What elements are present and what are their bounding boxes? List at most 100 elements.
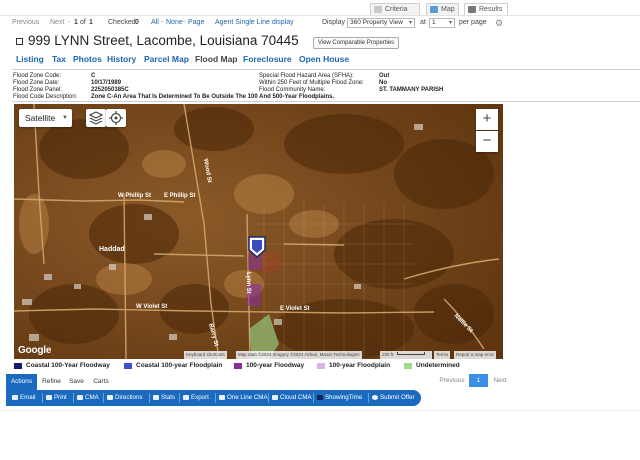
tab-history[interactable]: History	[107, 54, 136, 64]
directions-button[interactable]: Directions	[107, 390, 143, 406]
tab-actions[interactable]: Actions	[6, 374, 37, 390]
map-attribution: Map data ©2024 Imagery ©2024 Airbus, Max…	[236, 351, 362, 359]
chart-icon	[153, 394, 159, 400]
tab-save[interactable]: Save	[66, 374, 87, 390]
scale-label: 200 ft	[382, 352, 394, 357]
of-label: of	[80, 19, 86, 26]
legend-label: Undetermined	[416, 362, 460, 369]
tab-parcel-map[interactable]: Parcel Map	[144, 54, 189, 64]
export-label: Export	[191, 394, 209, 401]
report-map-error-link[interactable]: Report a map error	[454, 351, 497, 359]
legend-label: Coastal 100-year Floodplain	[136, 362, 223, 369]
print-button[interactable]: Print	[46, 390, 67, 406]
view-comparable-button[interactable]: View Comparable Properties	[313, 37, 399, 49]
flood-description-label: Flood Code Description:	[13, 94, 78, 100]
toolbar-divider	[42, 393, 43, 403]
previous-link[interactable]: Previous	[12, 16, 39, 30]
email-button[interactable]: Email	[12, 390, 35, 406]
zoom-in-button[interactable]: +	[476, 109, 498, 130]
per-page-select[interactable]: 1	[429, 18, 455, 28]
record-total: 1	[89, 19, 93, 26]
legend-label: 100-year Floodplain	[329, 362, 391, 369]
cma-button[interactable]: CMA	[77, 390, 99, 406]
submit-offer-label: Submit Offer	[380, 394, 415, 401]
map-type-dropdown[interactable]: Satellite ▼	[19, 109, 72, 127]
google-logo: Google	[18, 345, 52, 356]
export-icon	[183, 394, 189, 400]
toolbar-divider	[73, 393, 74, 403]
gear-icon[interactable]: ⚙	[495, 16, 503, 30]
cloud-cma-label: Cloud CMA	[280, 394, 312, 401]
export-button[interactable]: Export	[183, 390, 209, 406]
zoom-out-button[interactable]: −	[476, 131, 498, 152]
dash-separator: -	[183, 19, 186, 26]
previous-page-button[interactable]: Previous	[436, 374, 468, 387]
flood-zone-date: 10/17/1989	[91, 80, 122, 86]
satellite-imagery	[14, 104, 503, 359]
cloud-cma-button[interactable]: Cloud CMA	[272, 390, 312, 406]
select-page-link[interactable]: Page	[188, 16, 204, 30]
toolbar-divider	[179, 393, 180, 403]
select-listing-checkbox[interactable]	[16, 38, 23, 45]
one-line-cma-label: One Line CMA	[227, 394, 268, 401]
tab-photos[interactable]: Photos	[73, 54, 102, 64]
flood-map-legend: Coastal 100-Year Floodway Coastal 100-ye…	[14, 362, 503, 371]
layers-button[interactable]	[86, 109, 106, 127]
view-switcher: Criteria Map Results	[0, 0, 640, 16]
select-none-link[interactable]: None	[166, 16, 183, 30]
tab-refine[interactable]: Refine	[39, 374, 64, 390]
crosshair-icon	[109, 111, 123, 125]
within-250-label: Within 250 Feet of Multiple Flood Zone:	[259, 80, 364, 86]
next-link[interactable]: Next	[50, 16, 64, 30]
tab-carts[interactable]: Carts	[90, 374, 112, 390]
flood-map[interactable]: Satellite ▼ + − W Phillip St E Phillip S…	[14, 104, 503, 359]
map-view-tab[interactable]: Map	[426, 3, 459, 15]
display-select[interactable]: 360 Property View	[347, 18, 415, 28]
tab-listing[interactable]: Listing	[16, 54, 44, 64]
toolbar-divider	[215, 393, 216, 403]
at-label: at	[420, 19, 426, 26]
current-page-button[interactable]: 1	[469, 374, 488, 387]
flood-zone-code-label: Flood Zone Code:	[13, 73, 62, 79]
community-value: ST. TAMMANY PARISH	[379, 87, 444, 93]
per-page-label: per page	[459, 19, 487, 26]
toolbar-divider	[368, 393, 369, 403]
submit-offer-button[interactable]: Submit Offer	[372, 390, 415, 406]
showingtime-button[interactable]: ShowingTime	[317, 390, 362, 406]
divider	[12, 101, 640, 102]
tab-foreclosure[interactable]: Foreclosure	[243, 54, 292, 64]
flood-zone-date-label: Flood Zone Date:	[13, 80, 60, 86]
criteria-view-tab[interactable]: Criteria	[370, 3, 420, 15]
terms-link[interactable]: Terms	[434, 351, 451, 359]
legend-swatch	[404, 363, 412, 369]
legend-swatch	[234, 363, 242, 369]
locate-button[interactable]	[106, 109, 126, 127]
toolbar-divider	[268, 393, 269, 403]
record-position: 1	[74, 19, 78, 26]
one-line-cma-button[interactable]: One Line CMA	[219, 390, 268, 406]
display-select-value: 360 Property View	[350, 19, 403, 26]
flood-zone-panel: 2252050385C	[91, 87, 129, 93]
tab-tax[interactable]: Tax	[52, 54, 66, 64]
map-view-label: Map	[441, 6, 455, 13]
directions-icon	[107, 394, 113, 400]
legend-swatch	[14, 363, 22, 369]
map-type-label: Satellite	[25, 113, 56, 123]
tab-open-house[interactable]: Open House	[299, 54, 349, 64]
select-all-link[interactable]: All	[151, 16, 159, 30]
flood-zone-panel-label: Flood Zone Panel:	[13, 87, 63, 93]
results-view-tab[interactable]: Results	[464, 3, 508, 15]
within-250-value: No	[379, 80, 387, 86]
tab-flood-map[interactable]: Flood Map	[195, 54, 238, 64]
per-page-value: 1	[432, 19, 436, 26]
agent-single-line-link[interactable]: Agent Single Line display	[215, 16, 294, 30]
scale-bar[interactable]: 200 ft	[380, 351, 432, 359]
stats-button[interactable]: Stats	[153, 390, 175, 406]
keyboard-shortcuts-link[interactable]: Keyboard shortcuts	[184, 351, 227, 359]
email-label: Email	[20, 394, 36, 401]
checked-label: Checked	[108, 19, 136, 26]
sfha-value: Out	[379, 73, 390, 79]
next-page-button[interactable]: Next	[490, 374, 510, 387]
sfha-label: Special Flood Hazard Area (SFHA):	[259, 73, 354, 79]
flood-zone-code: C	[91, 73, 96, 79]
